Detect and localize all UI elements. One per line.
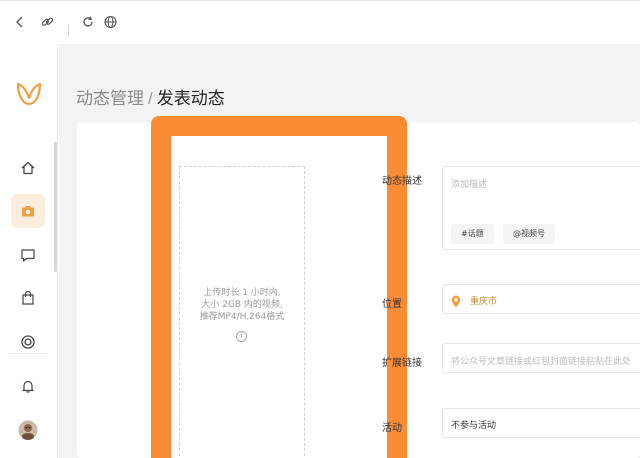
logo-icon[interactable] — [15, 80, 43, 108]
location-label: 位置 — [382, 299, 402, 310]
description-input[interactable]: 添加描述 #话题 @视频号 — [442, 166, 640, 250]
bell-icon — [22, 380, 34, 393]
sidebar-scrollbar[interactable] — [54, 142, 57, 272]
globe-icon[interactable] — [104, 15, 117, 31]
extended-link-placeholder: 将公众号文章链接或红包封面链接粘贴在此处 — [451, 357, 632, 367]
link-icon[interactable] — [41, 16, 54, 31]
extended-link-input[interactable]: 将公众号文章链接或红包封面链接粘贴在此处 — [442, 343, 640, 373]
breadcrumb-separator: / — [148, 89, 153, 108]
description-label: 动态描述 — [382, 176, 422, 187]
activity-select[interactable]: 不参与活动 — [442, 408, 640, 438]
message-icon — [21, 249, 35, 262]
sidebar-item-camera[interactable] — [11, 194, 45, 228]
location-select[interactable]: 重庆市 — [442, 284, 640, 314]
reload-icon[interactable] — [82, 16, 94, 30]
avatar — [18, 420, 38, 440]
page-title: 发表动态 — [156, 89, 225, 108]
main-content: 动态管理 / 发表动态 上传时长 1 小时内, 大小 2GB 内的视频, 推荐MP4… — [59, 44, 640, 458]
back-icon[interactable] — [14, 16, 26, 30]
location-pin-icon — [451, 293, 461, 312]
target-icon — [21, 335, 35, 349]
extended-link-label: 扩展链接 — [382, 358, 422, 369]
sidebar-item-messages[interactable] — [11, 238, 45, 272]
description-placeholder: 添加描述 — [451, 180, 488, 190]
activity-value: 不参与活动 — [451, 421, 497, 431]
sidebar — [0, 44, 58, 458]
sidebar-divider — [8, 353, 48, 354]
sidebar-item-shop[interactable] — [11, 281, 45, 315]
highlight-annotation — [151, 116, 407, 458]
activity-label: 活动 — [382, 423, 402, 434]
bag-icon — [22, 290, 34, 305]
breadcrumb-parent[interactable]: 动态管理 — [76, 89, 144, 108]
sidebar-item-profile[interactable] — [11, 413, 45, 447]
browser-toolbar — [0, 0, 640, 44]
sidebar-item-home[interactable] — [11, 151, 45, 185]
channel-tag-button[interactable]: @视频号 — [503, 224, 555, 244]
camera-icon — [22, 206, 34, 217]
post-form-card: 上传时长 1 小时内, 大小 2GB 内的视频, 推荐MP4/H.264格式 i… — [77, 116, 640, 458]
location-value: 重庆市 — [470, 297, 498, 307]
sidebar-item-notifications[interactable] — [11, 369, 45, 403]
home-icon — [21, 161, 35, 175]
topic-tag-button[interactable]: #话题 — [451, 224, 494, 244]
toolbar-separator — [68, 25, 69, 37]
breadcrumb: 动态管理 / 发表动态 — [76, 84, 225, 109]
